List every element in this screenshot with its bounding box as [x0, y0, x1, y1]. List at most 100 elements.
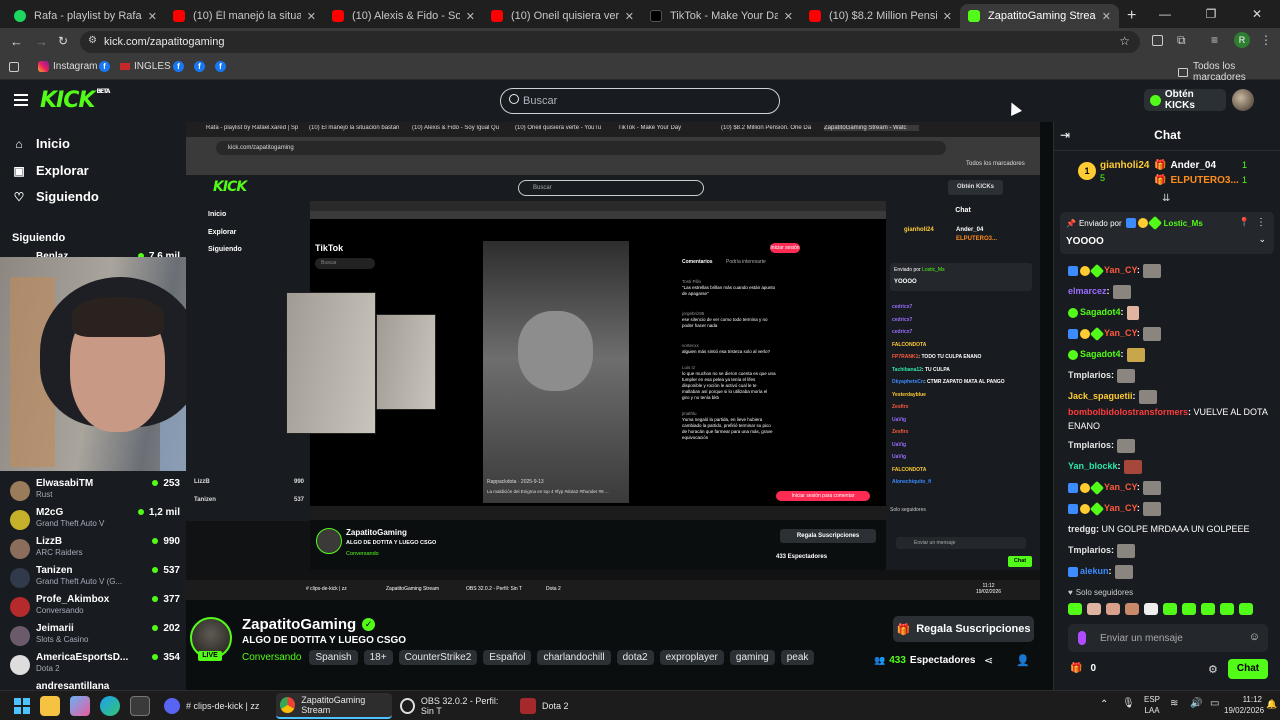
- chat-settings-icon[interactable]: ⚙: [1208, 663, 1218, 676]
- chevron-down-icon[interactable]: ⌄: [1258, 234, 1266, 245]
- maximize-icon[interactable]: ❐: [1188, 0, 1234, 28]
- chat-username[interactable]: Jack_spaguetii: [1068, 391, 1133, 401]
- tag-pill[interactable]: exproplayer: [659, 650, 724, 665]
- stream-category[interactable]: Conversando: [242, 652, 301, 663]
- close-window-icon[interactable]: ✕: [1234, 0, 1280, 28]
- chat-send-button[interactable]: Chat: [1228, 659, 1268, 679]
- tag-pill[interactable]: CounterStrike2: [398, 650, 478, 665]
- tray-mic-icon[interactable]: 🎙: [1122, 698, 1135, 709]
- chat-username[interactable]: Sagadot4: [1080, 349, 1121, 359]
- channel-item[interactable]: Tanizen Grand Theft Auto V (G... 537: [10, 564, 180, 590]
- chat-message[interactable]: Tmplarios:: [1068, 368, 1268, 383]
- tag-pill[interactable]: 18+: [363, 650, 393, 665]
- browser-tab[interactable]: (10) $8.2 Million Pension. One Da ✕: [801, 4, 960, 28]
- channel-item[interactable]: Jeimarii Slots & Casino 202: [10, 622, 180, 648]
- emote-icon[interactable]: [1220, 603, 1234, 615]
- nav-following[interactable]: ♡ Siguiendo: [12, 189, 99, 204]
- taskbar-obs[interactable]: OBS 32.0.2 - Perfil: Sin T: [396, 693, 512, 719]
- pinned-message[interactable]: 📌 Enviado por Lostic_Ms YOOOO 📍 ⋮ ⌄: [1060, 212, 1274, 254]
- emote-icon[interactable]: [1201, 603, 1215, 615]
- language-indicator[interactable]: ESP LAA: [1144, 694, 1160, 716]
- url-field[interactable]: ⚙ kick.com/zapatitogaming ☆: [80, 31, 1140, 53]
- minimize-icon[interactable]: —: [1142, 0, 1188, 28]
- chat-username[interactable]: Yan_CY: [1104, 328, 1137, 338]
- emote-icon[interactable]: [1182, 603, 1196, 615]
- nav-home[interactable]: ⌂ Inicio: [12, 136, 70, 151]
- tag-pill[interactable]: Spanish: [309, 650, 358, 665]
- back-icon[interactable]: ←: [10, 34, 23, 49]
- chat-message[interactable]: Sagadot4:: [1068, 305, 1268, 320]
- tag-pill[interactable]: charlandochill: [537, 650, 611, 665]
- channel-item[interactable]: Profe_Akimbox Conversando 377: [10, 593, 180, 619]
- emote-icon[interactable]: [1087, 603, 1101, 615]
- chat-username[interactable]: Yan_blockk: [1068, 461, 1118, 471]
- close-tab-icon[interactable]: ✕: [307, 10, 316, 23]
- tag-pill[interactable]: Español: [483, 650, 532, 665]
- emote-icon[interactable]: [1163, 603, 1177, 615]
- close-tab-icon[interactable]: ✕: [466, 10, 475, 23]
- tag-pill[interactable]: peak: [780, 650, 815, 665]
- chat-username[interactable]: Yan_CY: [1104, 482, 1137, 492]
- clock[interactable]: 11:12 19/02/2026: [1224, 694, 1264, 716]
- facebook-icon[interactable]: f: [173, 61, 184, 72]
- media-icon[interactable]: ≡: [1211, 33, 1218, 47]
- forward-icon[interactable]: →: [35, 34, 48, 49]
- chat-message[interactable]: Yan_CY:: [1068, 326, 1268, 341]
- share-icon[interactable]: ⋖: [984, 654, 993, 667]
- copilot-icon[interactable]: [70, 696, 90, 716]
- reload-icon[interactable]: ↻: [58, 34, 68, 48]
- chat-message[interactable]: Tmplarios:: [1068, 543, 1268, 558]
- gift-subs-button[interactable]: 🎁 Regala Suscripciones: [893, 616, 1034, 642]
- browser-tab[interactable]: (10) Oneil quisiera verte - YouTu ✕: [483, 4, 642, 28]
- user-avatar[interactable]: [1232, 89, 1254, 111]
- close-tab-icon[interactable]: ✕: [625, 10, 634, 23]
- chat-username[interactable]: elmarcez: [1068, 286, 1107, 296]
- kick-logo[interactable]: KICK BETA: [40, 88, 110, 113]
- channel-item[interactable]: ElwasabiTM Rust 253: [10, 477, 180, 503]
- streamer-name[interactable]: ZapatitoGaming: [242, 616, 356, 633]
- follow-user-icon[interactable]: 👤: [1016, 654, 1030, 667]
- notifications-icon[interactable]: 🔔: [1266, 699, 1277, 710]
- chat-message[interactable]: Yan_CY:: [1068, 480, 1268, 495]
- browser-tab[interactable]: TikTok - Make Your Day ✕: [642, 4, 801, 28]
- tag-pill[interactable]: dota2: [616, 650, 654, 665]
- start-menu-icon[interactable]: [12, 696, 32, 716]
- stream-video-player[interactable]: Rafa - playlist by Rafael.xared | Sp (10…: [186, 122, 1040, 600]
- chat-username[interactable]: bombolbidolostransformers: [1068, 407, 1188, 417]
- close-tab-icon[interactable]: ✕: [943, 10, 952, 23]
- microphone-icon[interactable]: [1078, 631, 1086, 645]
- facebook-icon[interactable]: f: [194, 61, 205, 72]
- taskbar-discord[interactable]: # clips-de-kick | zz: [160, 693, 270, 719]
- volume-icon[interactable]: 🔊: [1190, 698, 1202, 709]
- close-tab-icon[interactable]: ✕: [784, 10, 793, 23]
- emote-icon[interactable]: [1068, 603, 1082, 615]
- chat-input[interactable]: Enviar un mensaje ☺: [1068, 624, 1268, 652]
- new-tab-button[interactable]: +: [1127, 7, 1136, 25]
- nav-explore[interactable]: ▣ Explorar: [12, 163, 88, 178]
- close-tab-icon[interactable]: ✕: [1102, 10, 1111, 23]
- apps-icon[interactable]: [9, 62, 19, 72]
- facebook-icon[interactable]: f: [215, 61, 226, 72]
- emote-icon[interactable]: [1125, 603, 1139, 615]
- channel-item[interactable]: andresantillana: [10, 680, 180, 690]
- chat-message[interactable]: Yan_CY:: [1068, 501, 1268, 516]
- browser-tab[interactable]: (10) Él manejó la situación bastan ✕: [165, 4, 324, 28]
- bookmark-instagram[interactable]: Instagram: [38, 61, 97, 72]
- browser-tab[interactable]: Rafa - playlist by Rafael.xared | Sp ✕: [6, 4, 165, 28]
- emote-icon[interactable]: [1144, 603, 1158, 615]
- facebook-icon[interactable]: f: [99, 61, 110, 72]
- file-explorer-icon[interactable]: [40, 696, 60, 716]
- chat-username[interactable]: Sagadot4: [1080, 307, 1121, 317]
- hamburger-menu-icon[interactable]: [14, 94, 28, 106]
- chat-message[interactable]: Sagadot4:: [1068, 347, 1268, 362]
- chat-username[interactable]: Yan_CY: [1104, 503, 1137, 513]
- chat-message[interactable]: Jack_spaguetii:: [1068, 389, 1268, 404]
- bookmark-ingles[interactable]: INGLES: [120, 61, 171, 72]
- cast-icon[interactable]: [1152, 35, 1163, 46]
- tag-pill[interactable]: gaming: [729, 650, 775, 665]
- gifter-row[interactable]: 🎁 Ander_04: [1154, 160, 1216, 171]
- chat-message[interactable]: Tmplarios:: [1068, 438, 1268, 453]
- edge-icon[interactable]: [100, 696, 120, 716]
- chat-username[interactable]: Tmplarios: [1068, 545, 1111, 555]
- chat-username[interactable]: Tmplarios: [1068, 440, 1111, 450]
